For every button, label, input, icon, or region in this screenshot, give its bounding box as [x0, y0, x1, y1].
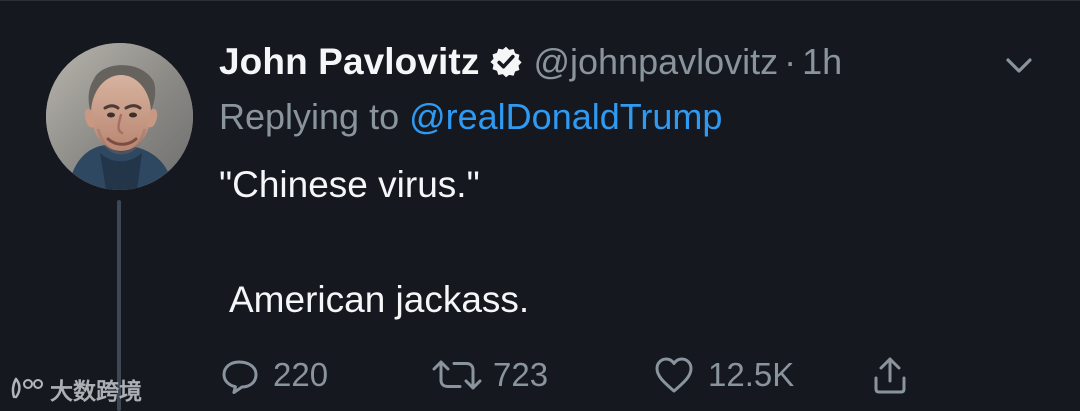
- reply-count: 220: [273, 356, 329, 393]
- tweet-screenshot: John Pavlovitz @johnpavlovitz · 1h Reply…: [0, 0, 1080, 411]
- reply-button[interactable]: 220: [219, 350, 328, 400]
- share-button[interactable]: [868, 350, 912, 400]
- replying-to-label: Replying to: [219, 96, 410, 137]
- replying-to-link[interactable]: @realDonaldTrump: [409, 96, 722, 137]
- author-display-name[interactable]: John Pavlovitz: [219, 41, 479, 83]
- meta-separator: ·: [784, 41, 797, 82]
- retweet-count: 723: [493, 356, 549, 393]
- top-divider: [0, 0, 1080, 1]
- replying-to-line: Replying to @realDonaldTrump: [219, 96, 722, 138]
- share-icon: [874, 357, 906, 394]
- tweet-actions: 220 723 12.5K: [219, 350, 919, 400]
- like-count: 12.5K: [708, 356, 795, 393]
- tweet-header: John Pavlovitz @johnpavlovitz · 1h: [219, 38, 842, 86]
- verified-badge-icon: [489, 45, 523, 79]
- author-handle[interactable]: @johnpavlovitz: [533, 41, 778, 83]
- chevron-down-icon[interactable]: [1001, 48, 1037, 84]
- watermark-text: 大数跨境: [50, 378, 142, 404]
- tweet-text-line: American jackass.: [229, 279, 530, 320]
- author-avatar-image: [46, 43, 193, 190]
- watermark: 大数跨境: [8, 372, 142, 406]
- tweet-timestamp[interactable]: 1h: [802, 41, 842, 83]
- reply-icon: [222, 360, 258, 394]
- retweet-button[interactable]: 723: [431, 350, 548, 400]
- heart-icon: [655, 357, 693, 393]
- retweet-icon: [432, 360, 482, 390]
- author-avatar[interactable]: [46, 43, 193, 190]
- tweet-text-line: "Chinese virus.": [219, 164, 480, 205]
- watermark-logo-icon: [11, 377, 43, 399]
- like-button[interactable]: 12.5K: [652, 350, 794, 400]
